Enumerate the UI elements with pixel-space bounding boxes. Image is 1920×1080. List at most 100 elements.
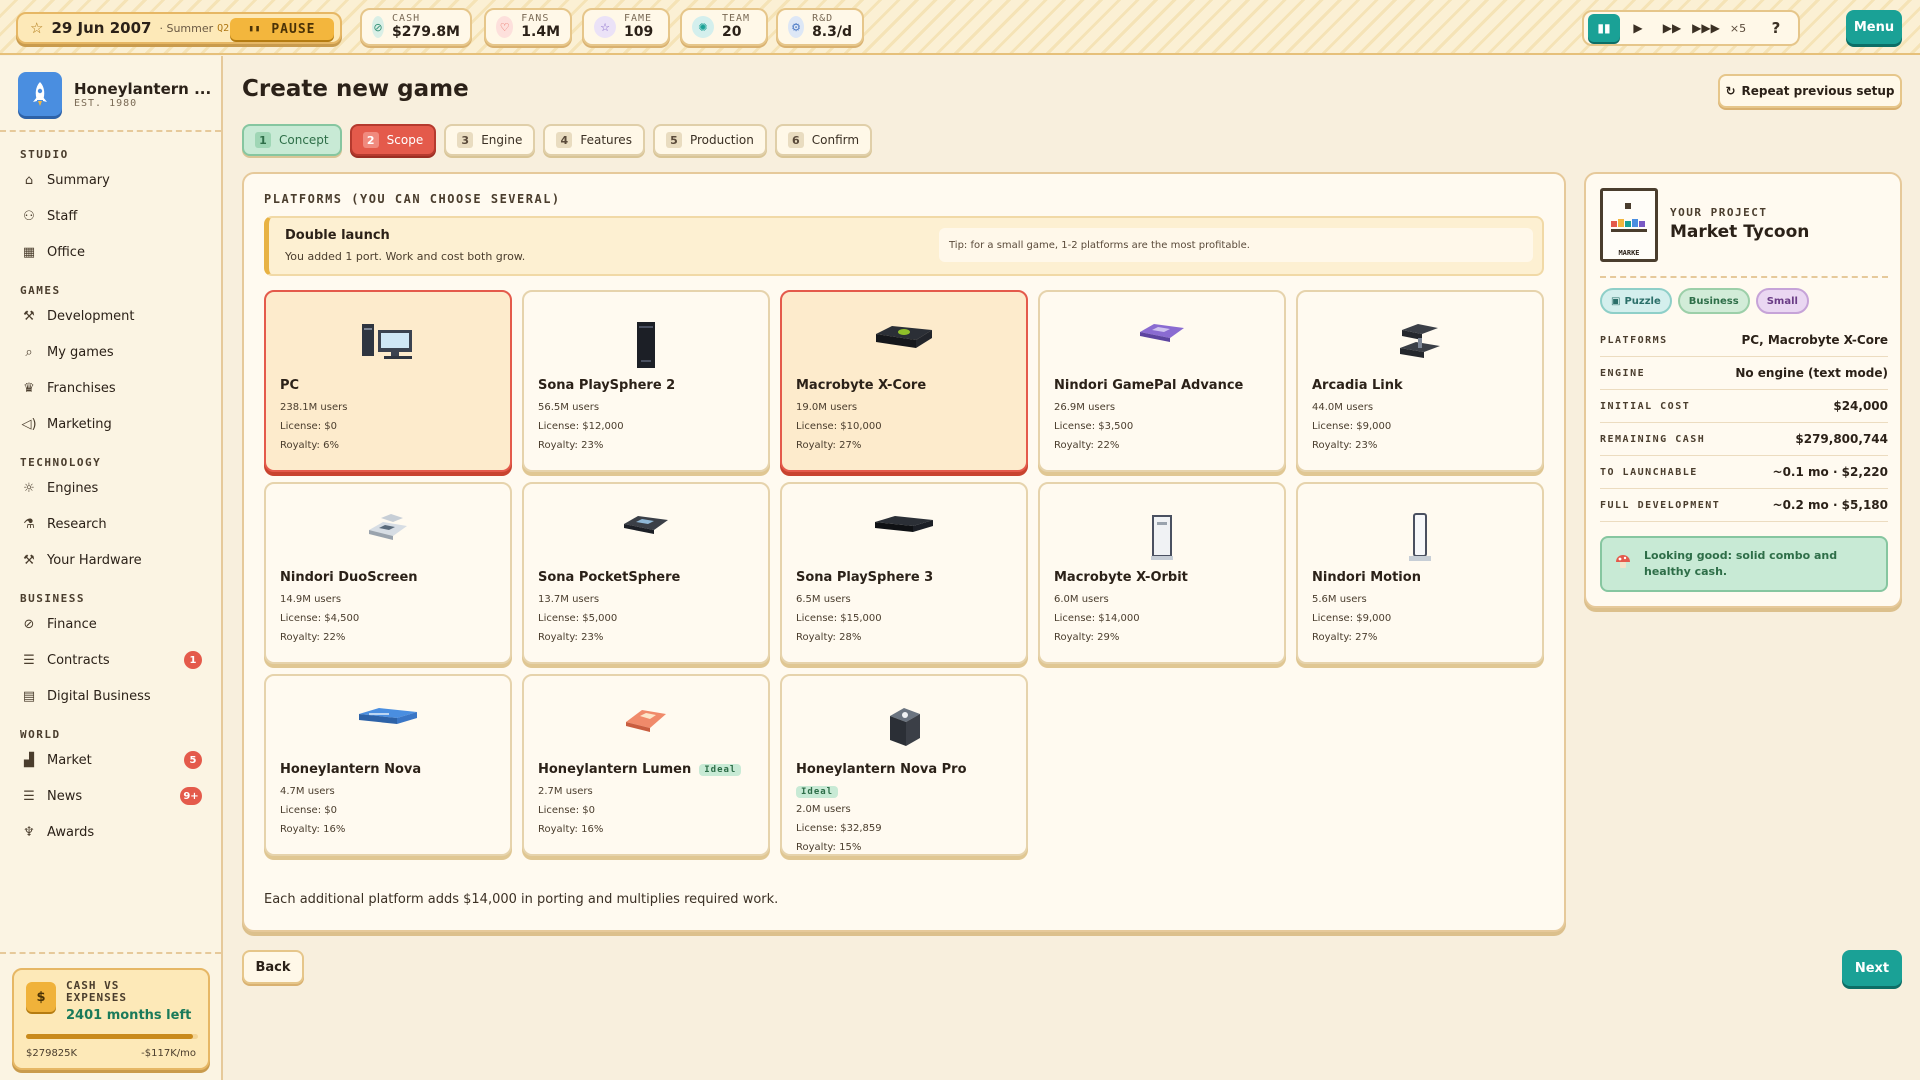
sidebar-item-research[interactable]: ⚗ Research (20, 510, 204, 538)
sidebar-item-label: Summary (47, 172, 110, 188)
platform-license: License: $9,000 (1312, 421, 1392, 432)
stat-team[interactable]: ✺ TEAM 20 (680, 8, 768, 46)
fast-forward-button[interactable]: ▶▶ (1656, 14, 1688, 42)
sidebar-item-label: Digital Business (47, 688, 151, 704)
platform-card[interactable]: Honeylantern Nova Pro Ideal 2.0M users Lice… (780, 674, 1028, 856)
sun-gear-icon: ☼ (23, 480, 35, 496)
step-number: 6 (787, 132, 804, 148)
speed-multiplier[interactable]: ×5 (1724, 22, 1752, 35)
sidebar-item-marketing[interactable]: ◁) Marketing (20, 410, 204, 438)
sidebar-item-market[interactable]: ▟ Market 5 (20, 746, 204, 774)
row-key: FULL DEVELOPMENT (1600, 499, 1721, 511)
platform-name: Sona PlaySphere 3 (796, 570, 933, 585)
tab-production[interactable]: 5 Production (652, 124, 767, 156)
platform-license: License: $3,500 (1054, 421, 1134, 432)
sidebar-item-franchises[interactable]: ♛ Franchises (20, 374, 204, 402)
sidebar-item-staff[interactable]: ⚇ Staff (20, 202, 204, 230)
sidebar-item-summary[interactable]: ⌂ Summary (20, 166, 204, 194)
stat-fans[interactable]: ♡ FANS 1.4M (484, 8, 572, 46)
heart-icon: ♡ (496, 16, 514, 38)
platform-card[interactable]: Nindori DuoScreen 14.9M users License: $4,… (264, 482, 512, 664)
stat-rnd[interactable]: ⚙ R&D 8.3/d (776, 8, 864, 46)
crown-icon: ♛ (23, 380, 35, 396)
platform-card[interactable]: Nindori Motion 5.6M users License: $9,000 R… (1296, 482, 1544, 664)
quarter-label: Q2 (217, 22, 230, 34)
ideal-badge: Ideal (796, 786, 839, 798)
platform-royalty: Royalty: 15% (796, 842, 862, 853)
platform-card[interactable]: Honeylantern Lumen Ideal 2.7M users License… (522, 674, 770, 856)
platform-card[interactable]: Macrobyte X-Orbit 6.0M users License: $14,… (1038, 482, 1286, 664)
cash-vs-expenses-widget[interactable]: $ CASH VS EXPENSES 2401 months left $279… (12, 968, 210, 1070)
platform-card[interactable]: Sona PlaySphere 3 6.5M users License: $15,… (780, 482, 1028, 664)
sidebar-item-contracts[interactable]: ☰ Contracts 1 (20, 646, 204, 674)
sidebar-item-finance[interactable]: ⊘ Finance (20, 610, 204, 638)
rocket-icon (18, 72, 62, 116)
platform-royalty: Royalty: 27% (796, 440, 862, 451)
sidebar-item-office[interactable]: ▦ Office (20, 238, 204, 266)
sidebar-item-my-games[interactable]: ⌕ My games (20, 338, 204, 366)
platform-card[interactable]: Sona PocketSphere 13.7M users License: $5,… (522, 482, 770, 664)
platform-card[interactable]: Sona PlaySphere 2 56.5M users License: $12… (522, 290, 770, 472)
platform-name: Arcadia Link (1312, 378, 1403, 393)
repeat-previous-setup-button[interactable]: ↻ Repeat previous setup (1718, 74, 1902, 108)
platform-users: 5.6M users (1312, 594, 1367, 605)
next-button[interactable]: Next (1842, 950, 1902, 986)
menu-button[interactable]: Menu (1846, 10, 1902, 44)
pause-button[interactable]: ▮▮ PAUSE (230, 18, 334, 40)
step-label: Features (580, 133, 632, 147)
star-icon: ☆ (30, 19, 44, 37)
platform-name-text: Nindori DuoScreen (280, 570, 418, 585)
platform-license: License: $15,000 (796, 613, 882, 624)
platform-card[interactable]: Nindori GamePal Advance 26.9M users Licens… (1038, 290, 1286, 472)
platform-users: 2.7M users (538, 786, 593, 797)
porting-note: Each additional platform adds $14,000 in… (264, 892, 779, 907)
tab-scope[interactable]: 2 Scope (349, 124, 437, 156)
sidebar-item-development[interactable]: ⚒ Development (20, 302, 204, 330)
pause-speed-button[interactable]: ▮▮ (1588, 14, 1620, 42)
tab-features[interactable]: 4 Features (543, 124, 645, 156)
studio-brand[interactable]: Honeylantern ... EST. 1980 (18, 72, 211, 116)
sidebar-item-your-hardware[interactable]: ⚒ Your Hardware (20, 546, 204, 574)
speed-controls: ▮▮ ▶ ▶▶ ▶▶▶ ×5 ? (1582, 10, 1800, 46)
project-row-remaining-cash: REMAINING CASH $279,800,744 (1600, 423, 1888, 456)
project-name: Market Tycoon (1670, 222, 1810, 242)
back-button[interactable]: Back (242, 950, 304, 984)
tab-confirm[interactable]: 6 Confirm (774, 124, 873, 156)
platform-card[interactable]: Honeylantern Nova 4.7M users License: $0 Ro… (264, 674, 512, 856)
stat-label: TEAM (722, 13, 751, 24)
platforms-label: PLATFORMS (YOU CAN CHOOSE SEVERAL) (264, 192, 561, 206)
row-value: ~0.2 mo · $5,180 (1772, 498, 1888, 512)
step-number: 4 (556, 132, 573, 148)
sidebar-divider (0, 130, 221, 132)
sidebar-item-engines[interactable]: ☼ Engines (20, 474, 204, 502)
notification-badge: 1 (184, 651, 202, 669)
platform-license: License: $32,859 (796, 823, 882, 834)
platform-name: Sona PlaySphere 2 (538, 378, 675, 393)
flask-icon: ⚗ (23, 516, 35, 532)
step-number: 1 (255, 132, 271, 148)
sidebar-item-digital-business[interactable]: ▤ Digital Business (20, 682, 204, 710)
console-icon (266, 704, 510, 746)
sidebar-item-news[interactable]: ☰ News 9+ (20, 782, 204, 810)
fastest-button[interactable]: ▶▶▶ (1690, 14, 1722, 42)
stat-fame[interactable]: ☆ FAME 109 (582, 8, 670, 46)
sidebar-item-label: Franchises (47, 380, 116, 396)
sidebar-item-awards[interactable]: ♆ Awards (20, 818, 204, 846)
platform-royalty: Royalty: 23% (1312, 440, 1378, 451)
platform-royalty: Royalty: 28% (796, 632, 862, 643)
platform-card[interactable]: Arcadia Link 44.0M users License: $9,000 Ro… (1296, 290, 1544, 472)
tag-label: Puzzle (1624, 295, 1661, 307)
platform-name: Honeylantern Nova Pro (796, 762, 967, 777)
alert-title: Double launch (285, 228, 390, 243)
sidebar-item-label: Engines (47, 480, 99, 496)
tab-concept[interactable]: 1 Concept (242, 124, 342, 156)
platform-card[interactable]: Macrobyte X-Core 19.0M users License: $10,… (780, 290, 1028, 472)
home-icon: ⌂ (24, 172, 34, 188)
platform-card[interactable]: PC 238.1M users License: $0 Royalty: 6% (264, 290, 512, 472)
help-button[interactable]: ? (1760, 14, 1792, 42)
play-button[interactable]: ▶ (1622, 14, 1654, 42)
stat-cash[interactable]: ⊘ CASH $279.8M (360, 8, 472, 46)
tab-engine[interactable]: 3 Engine (444, 124, 536, 156)
platform-users: 14.9M users (280, 594, 342, 605)
project-row-platforms: PLATFORMS PC, Macrobyte X-Core (1600, 324, 1888, 357)
